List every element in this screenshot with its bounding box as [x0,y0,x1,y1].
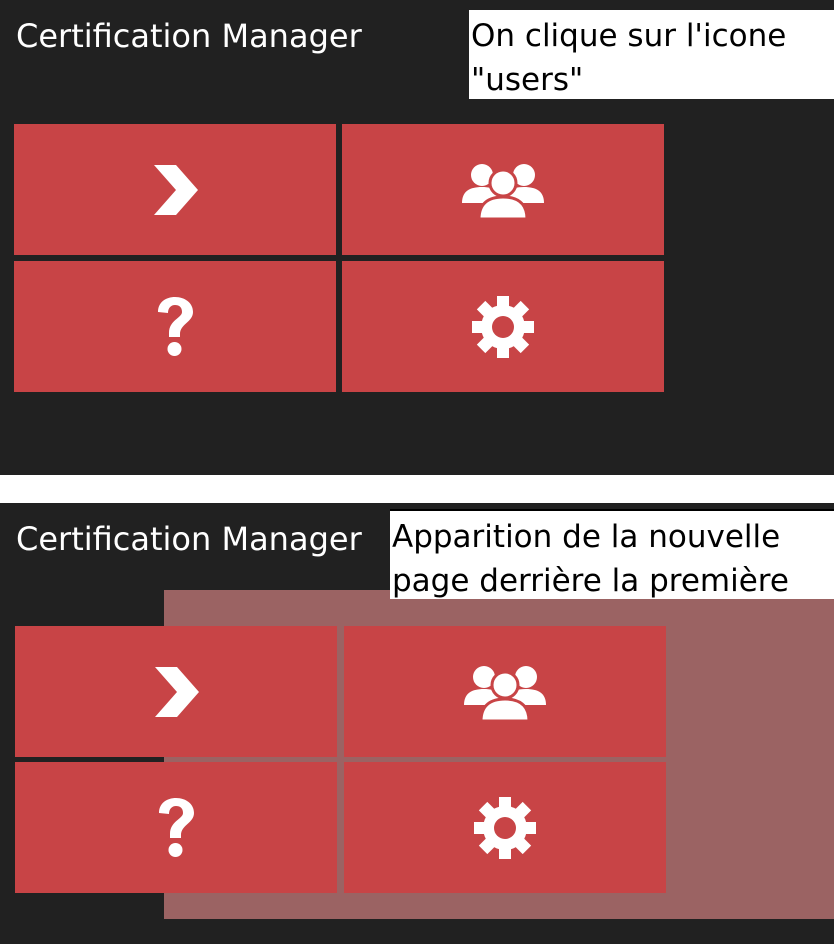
chevron-right-icon [155,666,199,717]
settings-tile-button[interactable] [342,261,664,392]
gear-icon [472,295,534,358]
settings-tile-button[interactable] [344,762,666,893]
app-title: Certification Manager [16,520,362,558]
next-tile-button[interactable] [15,626,337,757]
chevron-right-icon [154,164,198,215]
users-icon [464,665,546,722]
help-tile-button[interactable] [14,261,336,392]
help-tile-button[interactable] [15,762,337,893]
users-tile-button[interactable] [344,626,666,757]
gear-icon [474,796,536,859]
question-icon [159,797,194,857]
app-title: Certification Manager [16,17,362,55]
users-tile-button[interactable] [342,124,664,255]
users-icon [462,163,544,220]
step-2-screen: Certification Manager Apparition de la n… [0,503,834,944]
question-icon [158,296,193,356]
annotation-caption: On clique sur l'icone "users" [469,10,834,99]
annotation-caption: Apparition de la nouvelle page derrière … [390,509,834,599]
step-1-screen: Certification Manager On clique sur l'ic… [0,0,834,475]
next-tile-button[interactable] [14,124,336,255]
